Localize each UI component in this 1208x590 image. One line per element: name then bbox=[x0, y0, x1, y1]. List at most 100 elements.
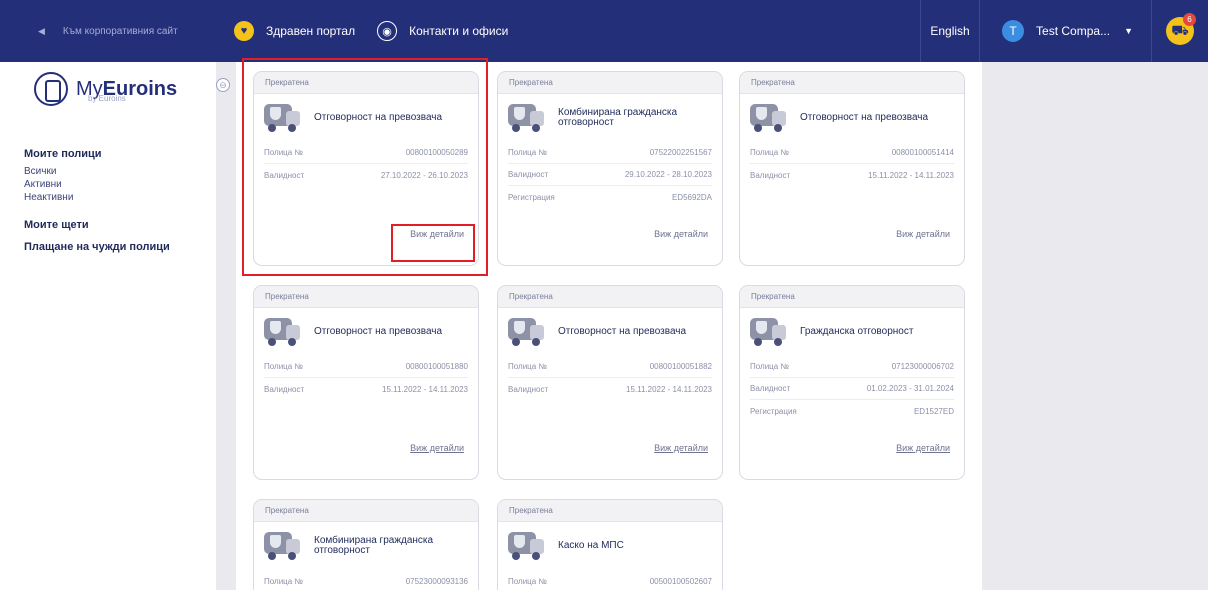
cart-button[interactable]: ⛟ 6 bbox=[1152, 0, 1208, 62]
policy-row: Валидност 29.10.2022 - 28.10.2023 bbox=[508, 164, 712, 186]
truck-icon bbox=[508, 316, 544, 348]
policy-card[interactable]: Прекратена Отговорност на превозвача Пол… bbox=[497, 285, 723, 480]
policy-card[interactable]: Прекратена Комбинирана гражданска отгово… bbox=[253, 499, 479, 590]
row-value: 15.11.2022 - 14.11.2023 bbox=[382, 384, 468, 394]
row-value: 07123000006702 bbox=[891, 362, 954, 371]
nav-pay-others[interactable]: Плащане на чужди полици bbox=[24, 241, 170, 253]
truck-icon bbox=[508, 530, 544, 562]
row-value: 01.02.2023 - 31.01.2024 bbox=[866, 384, 954, 393]
row-value: 00800100051882 bbox=[649, 362, 712, 371]
policy-status: Прекратена bbox=[498, 286, 722, 308]
policy-card[interactable]: Прекратена Отговорност на превозвача Пол… bbox=[253, 285, 479, 480]
policy-status: Прекратена bbox=[498, 72, 722, 94]
row-label: Полица № bbox=[750, 362, 789, 371]
top-bar: ◀ Към корпоративния сайт ♥ Здравен порта… bbox=[0, 0, 1208, 62]
row-label: Регистрация bbox=[508, 192, 555, 202]
logo-icon bbox=[34, 72, 68, 106]
health-portal-link[interactable]: ♥ Здравен портал bbox=[234, 21, 355, 41]
logo-subtitle: by Euroins bbox=[88, 94, 126, 103]
corporate-site-link[interactable]: ◀ Към корпоративния сайт bbox=[0, 0, 216, 62]
policy-title: Каско на МПС bbox=[558, 540, 624, 551]
truck-icon bbox=[508, 102, 544, 134]
nav-all[interactable]: Всички bbox=[24, 166, 56, 177]
row-label: Полица № bbox=[750, 148, 789, 157]
nav-active[interactable]: Активни bbox=[24, 179, 62, 190]
policy-row: Полица № 00500100502607 bbox=[508, 570, 712, 590]
corporate-site-label: Към корпоративния сайт bbox=[62, 25, 178, 37]
cart-count-badge: 6 bbox=[1183, 13, 1196, 26]
row-label: Полица № bbox=[508, 576, 547, 586]
health-portal-label: Здравен портал bbox=[266, 24, 356, 38]
row-label: Регистрация bbox=[750, 406, 797, 416]
row-value: 00500100502607 bbox=[649, 576, 712, 586]
policy-title: Отговорност на превозвача bbox=[314, 326, 443, 337]
view-details-link[interactable]: Виж детайли bbox=[654, 443, 708, 453]
policy-status: Прекратена bbox=[254, 286, 478, 308]
sidebar: MyEuroins by Euroins Моите полици Всички… bbox=[0, 62, 216, 590]
contacts-label: Контакти и офиси bbox=[409, 24, 509, 38]
highlight-box-link bbox=[391, 224, 475, 262]
chevron-left-icon: ◀ bbox=[38, 25, 45, 36]
view-details-link[interactable]: Виж детайли bbox=[654, 229, 708, 239]
policy-row: Полица № 07523000093136 bbox=[264, 570, 468, 590]
policy-row: Валидност 15.11.2022 - 14.11.2023 bbox=[264, 378, 468, 400]
policy-row: Валидност 01.02.2023 - 31.01.2024 bbox=[750, 378, 954, 400]
contacts-link[interactable]: ◉ Контакти и офиси bbox=[377, 21, 508, 41]
truck-icon bbox=[264, 316, 300, 348]
row-label: Полица № bbox=[264, 576, 303, 586]
language-switch[interactable]: English bbox=[920, 0, 981, 62]
view-details-link[interactable]: Виж детайли bbox=[410, 443, 464, 453]
policy-title: Комбинирана гражданска отговорност bbox=[558, 107, 678, 128]
truck-icon bbox=[750, 102, 786, 134]
policy-row: Полица № 00800100051882 bbox=[508, 356, 712, 378]
row-label: Валидност bbox=[264, 384, 305, 394]
row-label: Валидност bbox=[750, 384, 791, 393]
row-label: Валидност bbox=[508, 170, 549, 179]
row-value: 15.11.2022 - 14.11.2023 bbox=[868, 170, 954, 180]
policy-card[interactable]: Прекратена Каско на МПС Полица № 00500100… bbox=[497, 499, 723, 590]
row-value: 29.10.2022 - 28.10.2023 bbox=[624, 170, 712, 179]
policy-status: Прекратена bbox=[740, 286, 964, 308]
policy-row: Валидност 15.11.2022 - 14.11.2023 bbox=[508, 378, 712, 400]
policy-card[interactable]: Прекратена Гражданска отговорност Полица… bbox=[739, 285, 965, 480]
chevron-down-icon: ▼ bbox=[1124, 26, 1133, 36]
user-menu[interactable]: T Test Compa... ▼ bbox=[980, 0, 1152, 62]
policy-row: Полица № 07123000006702 bbox=[750, 356, 954, 378]
row-label: Полица № bbox=[508, 362, 547, 371]
row-label: Валидност bbox=[750, 170, 791, 180]
user-name: Test Compa... bbox=[1036, 24, 1111, 38]
policy-title: Комбинирана гражданска отговорност bbox=[314, 535, 434, 556]
page-background bbox=[982, 62, 1208, 590]
policy-status: Прекратена bbox=[498, 500, 722, 522]
heart-icon: ♥ bbox=[234, 21, 254, 41]
view-details-link[interactable]: Виж детайли bbox=[896, 229, 950, 239]
row-value: 07523000093136 bbox=[405, 576, 468, 586]
policy-card[interactable]: Прекратена Отговорност на превозвача Пол… bbox=[739, 71, 965, 266]
nav-inactive[interactable]: Неактивни bbox=[24, 192, 73, 203]
policy-title: Гражданска отговорност bbox=[800, 326, 914, 337]
truck-icon bbox=[750, 316, 786, 348]
truck-icon bbox=[264, 530, 300, 562]
row-value: 15.11.2022 - 14.11.2023 bbox=[626, 384, 712, 394]
row-value: 00800100051414 bbox=[891, 148, 954, 157]
policy-title: Отговорност на превозвача bbox=[800, 112, 929, 123]
policy-title: Отговорност на превозвача bbox=[558, 326, 687, 337]
location-pin-icon: ◉ bbox=[377, 21, 398, 41]
nav-my-claims[interactable]: Моите щети bbox=[24, 219, 89, 231]
row-label: Полица № bbox=[508, 148, 547, 157]
nav-my-policies[interactable]: Моите полици bbox=[24, 148, 102, 160]
policy-row: Полица № 00800100051414 bbox=[750, 142, 954, 164]
view-details-link[interactable]: Виж детайли bbox=[896, 443, 950, 453]
policy-row: Регистрация ЕD5692DА bbox=[508, 186, 712, 208]
policy-card[interactable]: Прекратена Комбинирана гражданска отгово… bbox=[497, 71, 723, 266]
row-label: Полица № bbox=[264, 362, 303, 371]
avatar: T bbox=[1002, 20, 1025, 42]
row-value: ЕD1527ЕD bbox=[913, 406, 954, 416]
policy-status: Прекратена bbox=[740, 72, 964, 94]
row-value: 00800100051880 bbox=[405, 362, 468, 371]
row-value: ЕD5692DА bbox=[671, 192, 712, 202]
policy-row: Регистрация ЕD1527ЕD bbox=[750, 400, 954, 422]
row-value: 07522002251567 bbox=[649, 148, 712, 157]
collapse-sidebar-icon[interactable]: ⊖ bbox=[216, 78, 230, 92]
policy-status: Прекратена bbox=[254, 500, 478, 522]
